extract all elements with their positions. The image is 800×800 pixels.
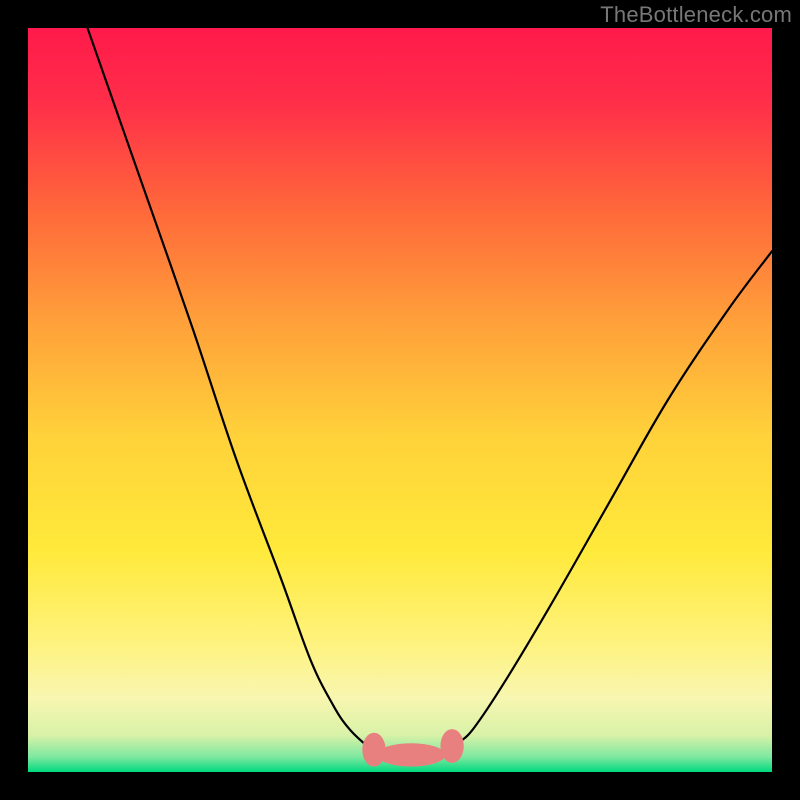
gradient-background [28, 28, 772, 772]
plot-area [28, 28, 772, 772]
chart-frame: TheBottleneck.com [0, 0, 800, 800]
blob-center [378, 744, 445, 766]
plot-svg [28, 28, 772, 772]
watermark-text: TheBottleneck.com [600, 2, 792, 28]
blob-right [441, 730, 463, 763]
